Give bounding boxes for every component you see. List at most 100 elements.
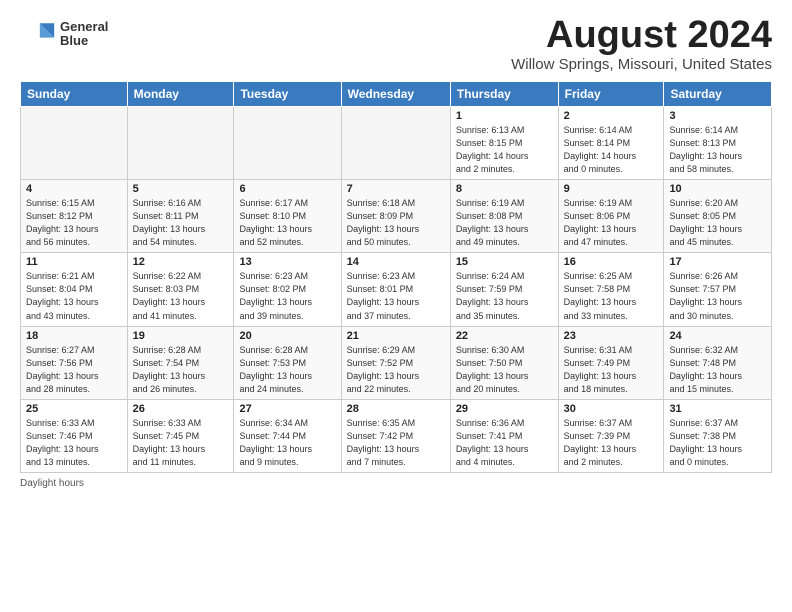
day-number: 7 bbox=[347, 183, 445, 195]
footer-note: Daylight hours bbox=[20, 478, 772, 489]
day-info: Sunrise: 6:21 AM Sunset: 8:04 PM Dayligh… bbox=[26, 270, 122, 322]
calendar-cell: 23Sunrise: 6:31 AM Sunset: 7:49 PM Dayli… bbox=[558, 326, 664, 399]
day-number: 3 bbox=[669, 110, 766, 122]
day-number: 19 bbox=[133, 330, 229, 342]
calendar-week-0: 1Sunrise: 6:13 AM Sunset: 8:15 PM Daylig… bbox=[21, 107, 772, 180]
day-number: 27 bbox=[239, 403, 335, 415]
day-number: 17 bbox=[669, 256, 766, 268]
day-number: 18 bbox=[26, 330, 122, 342]
calendar-cell: 18Sunrise: 6:27 AM Sunset: 7:56 PM Dayli… bbox=[21, 326, 128, 399]
day-number: 31 bbox=[669, 403, 766, 415]
col-header-monday: Monday bbox=[127, 82, 234, 107]
day-info: Sunrise: 6:32 AM Sunset: 7:48 PM Dayligh… bbox=[669, 344, 766, 396]
calendar-cell: 21 Sunrise: 6:29 AM Sunset: 7:52 PM Dayli… bbox=[341, 326, 450, 399]
day-number: 15 bbox=[456, 256, 553, 268]
day-info: Sunrise: 6:29 AM Sunset: 7:52 PM Dayligh… bbox=[347, 344, 445, 396]
calendar-cell: 11 Sunrise: 6:21 AM Sunset: 8:04 PM Dayli… bbox=[21, 253, 128, 326]
day-number: 12 bbox=[133, 256, 229, 268]
calendar-header-row: SundayMondayTuesdayWednesdayThursdayFrid… bbox=[21, 82, 772, 107]
day-info: Sunrise: 6:33 AM Sunset: 7:45 PM Dayligh… bbox=[133, 417, 229, 469]
day-number: 22 bbox=[456, 330, 553, 342]
day-number: 20 bbox=[239, 330, 335, 342]
calendar-cell: 26 Sunrise: 6:33 AM Sunset: 7:45 PM Dayli… bbox=[127, 399, 234, 472]
day-info: Sunrise: 6:23 AM Sunset: 8:01 PM Dayligh… bbox=[347, 270, 445, 322]
calendar-week-3: 18Sunrise: 6:27 AM Sunset: 7:56 PM Dayli… bbox=[21, 326, 772, 399]
day-info: Sunrise: 6:19 AM Sunset: 8:08 PM Dayligh… bbox=[456, 197, 553, 249]
calendar-cell: 20 Sunrise: 6:28 AM Sunset: 7:53 PM Dayli… bbox=[234, 326, 341, 399]
calendar-cell: 13 Sunrise: 6:23 AM Sunset: 8:02 PM Dayli… bbox=[234, 253, 341, 326]
day-info: Sunrise: 6:36 AM Sunset: 7:41 PM Dayligh… bbox=[456, 417, 553, 469]
calendar-cell: 27 Sunrise: 6:34 AM Sunset: 7:44 PM Dayli… bbox=[234, 399, 341, 472]
col-header-sunday: Sunday bbox=[21, 82, 128, 107]
calendar-cell: 10Sunrise: 6:20 AM Sunset: 8:05 PM Dayli… bbox=[664, 180, 772, 253]
calendar-cell: 3Sunrise: 6:14 AM Sunset: 8:13 PM Daylig… bbox=[664, 107, 772, 180]
main-title: August 2024 bbox=[511, 16, 772, 54]
day-number: 24 bbox=[669, 330, 766, 342]
day-number: 2 bbox=[564, 110, 659, 122]
calendar-cell: 30 Sunrise: 6:37 AM Sunset: 7:39 PM Dayli… bbox=[558, 399, 664, 472]
calendar-cell: 15 Sunrise: 6:24 AM Sunset: 7:59 PM Dayli… bbox=[450, 253, 558, 326]
calendar-cell: 31 Sunrise: 6:37 AM Sunset: 7:38 PM Dayli… bbox=[664, 399, 772, 472]
day-number: 29 bbox=[456, 403, 553, 415]
day-info: Sunrise: 6:37 AM Sunset: 7:39 PM Dayligh… bbox=[564, 417, 659, 469]
day-info: Sunrise: 6:15 AM Sunset: 8:12 PM Dayligh… bbox=[26, 197, 122, 249]
col-header-tuesday: Tuesday bbox=[234, 82, 341, 107]
calendar-cell: 24 Sunrise: 6:32 AM Sunset: 7:48 PM Dayli… bbox=[664, 326, 772, 399]
day-info: Sunrise: 6:35 AM Sunset: 7:42 PM Dayligh… bbox=[347, 417, 445, 469]
calendar-cell: 6 Sunrise: 6:17 AM Sunset: 8:10 PM Daylig… bbox=[234, 180, 341, 253]
calendar-cell: 29 Sunrise: 6:36 AM Sunset: 7:41 PM Dayli… bbox=[450, 399, 558, 472]
day-info: Sunrise: 6:22 AM Sunset: 8:03 PM Dayligh… bbox=[133, 270, 229, 322]
calendar-week-1: 4 Sunrise: 6:15 AM Sunset: 8:12 PM Daylig… bbox=[21, 180, 772, 253]
calendar-cell: 8 Sunrise: 6:19 AM Sunset: 8:08 PM Daylig… bbox=[450, 180, 558, 253]
day-number: 8 bbox=[456, 183, 553, 195]
day-info: Sunrise: 6:24 AM Sunset: 7:59 PM Dayligh… bbox=[456, 270, 553, 322]
day-info: Sunrise: 6:37 AM Sunset: 7:38 PM Dayligh… bbox=[669, 417, 766, 469]
day-info: Sunrise: 6:28 AM Sunset: 7:54 PM Dayligh… bbox=[133, 344, 229, 396]
day-info: Sunrise: 6:16 AM Sunset: 8:11 PM Dayligh… bbox=[133, 197, 229, 249]
calendar-cell: 7Sunrise: 6:18 AM Sunset: 8:09 PM Daylig… bbox=[341, 180, 450, 253]
calendar-cell bbox=[127, 107, 234, 180]
day-number: 13 bbox=[239, 256, 335, 268]
day-info: Sunrise: 6:34 AM Sunset: 7:44 PM Dayligh… bbox=[239, 417, 335, 469]
day-info: Sunrise: 6:30 AM Sunset: 7:50 PM Dayligh… bbox=[456, 344, 553, 396]
col-header-friday: Friday bbox=[558, 82, 664, 107]
calendar-cell: 5 Sunrise: 6:16 AM Sunset: 8:11 PM Daylig… bbox=[127, 180, 234, 253]
page: General Blue August 2024 Willow Springs,… bbox=[0, 0, 792, 499]
day-info: Sunrise: 6:14 AM Sunset: 8:14 PM Dayligh… bbox=[564, 124, 659, 176]
calendar-cell: 17Sunrise: 6:26 AM Sunset: 7:57 PM Dayli… bbox=[664, 253, 772, 326]
calendar-cell bbox=[341, 107, 450, 180]
day-number: 6 bbox=[239, 183, 335, 195]
logo-text: General Blue bbox=[60, 20, 108, 49]
day-info: Sunrise: 6:31 AM Sunset: 7:49 PM Dayligh… bbox=[564, 344, 659, 396]
day-number: 28 bbox=[347, 403, 445, 415]
logo-icon bbox=[20, 16, 56, 52]
day-info: Sunrise: 6:23 AM Sunset: 8:02 PM Dayligh… bbox=[239, 270, 335, 322]
calendar-cell: 16 Sunrise: 6:25 AM Sunset: 7:58 PM Dayli… bbox=[558, 253, 664, 326]
day-info: Sunrise: 6:25 AM Sunset: 7:58 PM Dayligh… bbox=[564, 270, 659, 322]
day-number: 11 bbox=[26, 256, 122, 268]
day-number: 14 bbox=[347, 256, 445, 268]
day-number: 30 bbox=[564, 403, 659, 415]
calendar-cell: 12 Sunrise: 6:22 AM Sunset: 8:03 PM Dayli… bbox=[127, 253, 234, 326]
day-info: Sunrise: 6:13 AM Sunset: 8:15 PM Dayligh… bbox=[456, 124, 553, 176]
calendar-cell: 14 Sunrise: 6:23 AM Sunset: 8:01 PM Dayli… bbox=[341, 253, 450, 326]
day-number: 21 bbox=[347, 330, 445, 342]
calendar-week-4: 25 Sunrise: 6:33 AM Sunset: 7:46 PM Dayli… bbox=[21, 399, 772, 472]
calendar-cell bbox=[234, 107, 341, 180]
day-number: 5 bbox=[133, 183, 229, 195]
col-header-saturday: Saturday bbox=[664, 82, 772, 107]
day-info: Sunrise: 6:19 AM Sunset: 8:06 PM Dayligh… bbox=[564, 197, 659, 249]
day-number: 26 bbox=[133, 403, 229, 415]
day-info: Sunrise: 6:28 AM Sunset: 7:53 PM Dayligh… bbox=[239, 344, 335, 396]
calendar-cell: 22 Sunrise: 6:30 AM Sunset: 7:50 PM Dayli… bbox=[450, 326, 558, 399]
calendar-cell bbox=[21, 107, 128, 180]
col-header-wednesday: Wednesday bbox=[341, 82, 450, 107]
day-number: 4 bbox=[26, 183, 122, 195]
day-number: 25 bbox=[26, 403, 122, 415]
day-info: Sunrise: 6:33 AM Sunset: 7:46 PM Dayligh… bbox=[26, 417, 122, 469]
day-number: 10 bbox=[669, 183, 766, 195]
day-info: Sunrise: 6:17 AM Sunset: 8:10 PM Dayligh… bbox=[239, 197, 335, 249]
calendar-table: SundayMondayTuesdayWednesdayThursdayFrid… bbox=[20, 81, 772, 473]
day-number: 16 bbox=[564, 256, 659, 268]
day-number: 9 bbox=[564, 183, 659, 195]
